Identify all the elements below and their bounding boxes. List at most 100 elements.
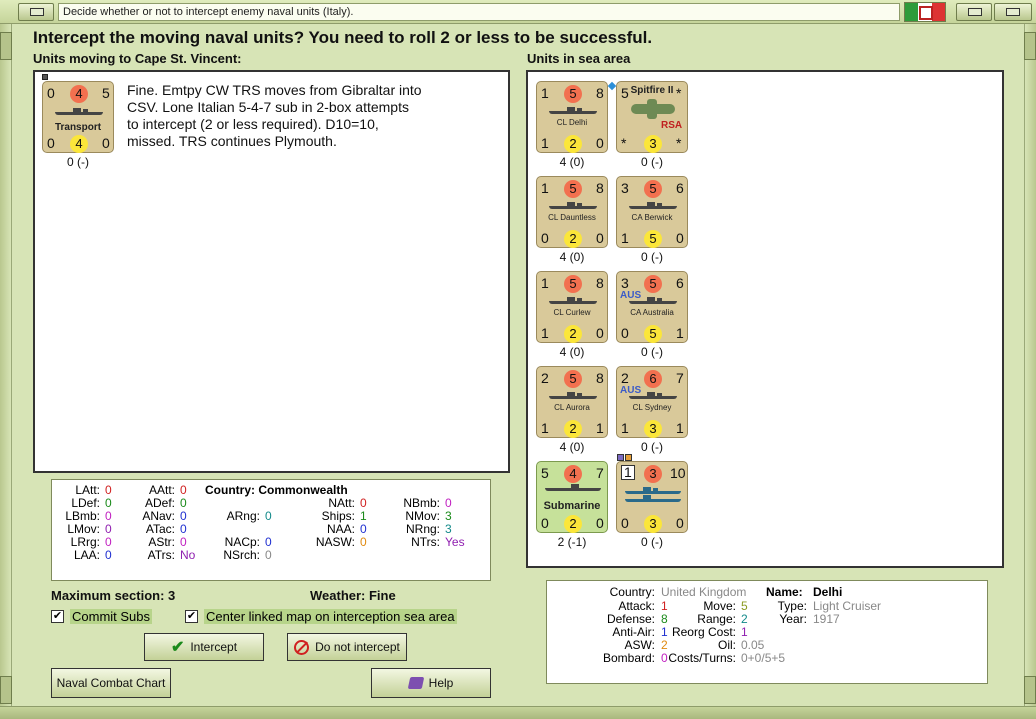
stat-value: 0 — [180, 522, 187, 536]
attack-value: 4 — [564, 465, 582, 483]
transport-counter[interactable]: 0 4 5 Transport 0 4 0 — [42, 81, 114, 153]
defense-value: 2 — [564, 515, 582, 533]
unit-counter[interactable]: 5 4 7 Submarine 0 2 0 — [536, 461, 608, 533]
stat-value: 0 — [180, 535, 187, 549]
defense-value: 3 — [644, 420, 662, 438]
counter-value: 0 — [102, 135, 110, 151]
unit-name: CA Berwick — [631, 213, 673, 222]
right-handle[interactable] — [1024, 32, 1036, 60]
attack-value: 5 — [644, 275, 662, 293]
unit-counter[interactable]: 1 3 10 0 3 0 — [616, 461, 688, 533]
unit-counter[interactable]: 1 5 8 CL Dauntless 0 2 0 — [536, 176, 608, 248]
counter-value: 2 — [621, 370, 629, 386]
unit-counter[interactable]: 3 5 6 CA Berwick 1 5 0 — [616, 176, 688, 248]
info-reorg-key: Reorg Cost: — [671, 625, 736, 639]
defense-value: 2 — [564, 325, 582, 343]
unit-name: Spitfire II — [630, 85, 674, 96]
unit-name: CL Aurora — [554, 403, 590, 412]
maximize-button[interactable] — [994, 3, 1032, 21]
check-icon[interactable]: ✔ — [51, 610, 64, 623]
counter-value: 7 — [596, 465, 604, 481]
counter-value: 0 — [676, 230, 684, 246]
stat-value: 0 — [105, 522, 112, 536]
unit-counter[interactable]: 2 5 8 CL Aurora 1 2 1 — [536, 366, 608, 438]
info-type-value: Light Cruiser — [813, 599, 882, 613]
unit-counter[interactable]: 1 5 8 CL Delhi 1 2 0 — [536, 81, 608, 153]
stat-value: 0 — [105, 483, 112, 497]
convoy-ship-icon — [625, 494, 681, 502]
stat-value: 0 — [105, 535, 112, 549]
attack-value: 3 — [644, 465, 662, 483]
stat-key: ADef: — [144, 496, 175, 510]
stat-value: 0 — [360, 522, 367, 536]
info-reorg-value: 1 — [741, 625, 748, 639]
unit-name: CL Sydney — [632, 403, 672, 412]
counter-value: 6 — [676, 275, 684, 291]
chart-label: Naval Combat Chart — [56, 676, 166, 690]
unit-name: Submarine — [543, 500, 601, 512]
nation-flag: AUS — [620, 385, 642, 396]
commit-subs-checkbox[interactable]: ✔ Commit Subs — [51, 609, 153, 624]
left-handle-bottom[interactable] — [0, 676, 12, 704]
stat-key: LAA: — [73, 548, 100, 562]
stat-value: 0 — [360, 496, 367, 510]
ship-icon — [549, 392, 597, 399]
left-handle[interactable] — [0, 32, 12, 60]
convoy-ship-icon — [625, 484, 681, 494]
counter-value: 6 — [676, 180, 684, 196]
counter-caption: 0 (-) — [641, 345, 663, 359]
checkmark-icon: ✔ — [170, 639, 185, 656]
defense-value: 5 — [644, 325, 662, 343]
attack-value: 4 — [70, 85, 88, 103]
nation-flag: AUS — [620, 290, 642, 301]
defense-value: 5 — [644, 230, 662, 248]
unit-counter[interactable]: 5 * Spitfire II RSA * 3 * — [616, 81, 688, 153]
info-aa-value: 1 — [661, 625, 668, 639]
message-line: CSV. Lone Italian 5-4-7 sub in 2-box att… — [127, 99, 409, 115]
center-map-checkbox[interactable]: ✔ Center linked map on interception sea … — [185, 609, 457, 624]
check-icon[interactable]: ✔ — [185, 610, 198, 623]
info-country-value: United Kingdom — [661, 585, 747, 599]
counter-caption: 0 (-) — [67, 155, 89, 169]
selection-marker-icon — [42, 74, 48, 80]
counter-value: 0 — [596, 515, 604, 531]
restore-button[interactable] — [956, 3, 992, 21]
unit-counter[interactable]: 2 6 7 CL Sydney AUS 1 3 1 — [616, 366, 688, 438]
message-text: Fine. Emtpy CW TRS moves from Gibraltar … — [127, 82, 507, 150]
info-attack-value: 1 — [661, 599, 668, 613]
attack-value: 5 — [644, 180, 662, 198]
counter-value: * — [621, 135, 627, 151]
counter-caption: 0 (-) — [641, 155, 663, 169]
unit-counter[interactable]: 3 5 6 CA Australia AUS 0 5 1 — [616, 271, 688, 343]
left-frame — [0, 24, 12, 713]
stat-value: 0 — [105, 496, 112, 510]
attack-value: 5 — [564, 85, 582, 103]
stat-key: NMov: — [405, 509, 440, 523]
info-defense-key: Defense: — [606, 612, 655, 626]
right-handle-bottom[interactable] — [1024, 676, 1036, 704]
ship-icon — [549, 297, 597, 304]
info-oil-key: Oil: — [718, 638, 736, 652]
do-not-intercept-label: Do not intercept — [315, 640, 400, 654]
naval-combat-chart-button[interactable]: Naval Combat Chart — [51, 668, 171, 698]
page-title: Intercept the moving naval units? You ne… — [33, 28, 653, 47]
counter-value: 1 — [541, 85, 549, 101]
window-title: Decide whether or not to intercept enemy… — [58, 3, 900, 21]
stat-key: NAA: — [326, 522, 355, 536]
nation-flag: RSA — [661, 120, 683, 131]
stat-key: ARng: — [226, 509, 260, 523]
counter-caption: 4 (0) — [559, 250, 585, 264]
weather: Weather: Fine — [310, 588, 396, 603]
help-button[interactable]: Help — [371, 668, 491, 698]
info-costs-value: 0+0/5+5 — [741, 651, 786, 665]
intercept-button[interactable]: ✔ Intercept — [144, 633, 264, 661]
minimize-button[interactable] — [18, 3, 54, 21]
unit-counter[interactable]: 1 5 8 CL Curlew 1 2 0 — [536, 271, 608, 343]
stat-key: NAtt: — [328, 496, 355, 510]
stat-value: 0 — [180, 509, 187, 523]
stat-key: NSrch: — [223, 548, 260, 562]
info-move-value: 5 — [741, 599, 748, 613]
do-not-intercept-button[interactable]: Do not intercept — [287, 633, 407, 661]
counter-value: 1 — [621, 465, 635, 480]
counter-value: 1 — [621, 420, 629, 436]
